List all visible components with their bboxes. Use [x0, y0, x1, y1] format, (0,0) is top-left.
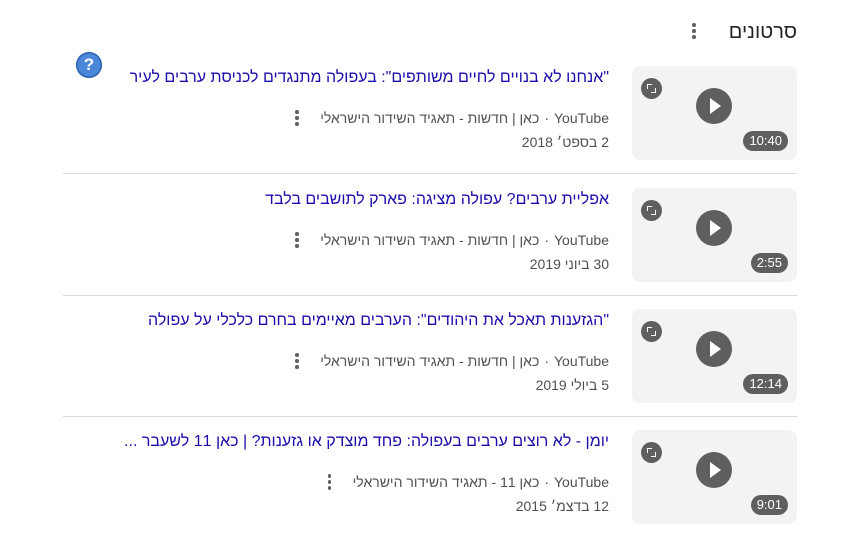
video-title-link[interactable]: "אנחנו לא בנויים לחיים משותפים": בעפולה …: [49, 66, 609, 90]
meta-separator: ·: [544, 110, 549, 126]
more-vert-icon[interactable]: [288, 108, 306, 128]
video-date: 12 בדצמ׳ 2015: [515, 498, 609, 514]
more-vert-icon[interactable]: [689, 23, 699, 41]
play-icon[interactable]: [696, 88, 732, 124]
video-item: 10:40 "אנחנו לא בנויים לחיים משותפים": ב…: [62, 66, 797, 162]
more-vert-icon[interactable]: [321, 472, 339, 492]
video-source: YouTube: [553, 110, 609, 126]
video-item: 12:14 "הגזענות תאכל את היהודים": הערבים …: [62, 309, 797, 405]
video-date: 30 ביוני 2019: [529, 256, 609, 272]
expand-icon[interactable]: [641, 78, 662, 99]
video-channel: כאן 11 - תאגיד השידור הישראלי: [352, 474, 540, 490]
video-item: 9:01 יומן - לא רוצים ערבים בעפולה: פחד מ…: [62, 430, 797, 526]
video-title-link[interactable]: "הגזענות תאכל את היהודים": הערבים מאיימי…: [49, 309, 609, 333]
meta-separator: ·: [544, 232, 549, 248]
video-date: 5 ביולי 2019: [535, 377, 609, 393]
play-icon[interactable]: [696, 331, 732, 367]
video-source: YouTube: [553, 353, 609, 369]
meta-separator: ·: [544, 353, 549, 369]
divider: [63, 173, 797, 174]
video-source: YouTube: [553, 474, 609, 490]
play-icon[interactable]: [696, 210, 732, 246]
divider: [63, 295, 797, 296]
duration-badge: 10:40: [743, 131, 788, 151]
meta-separator: ·: [544, 474, 549, 490]
video-thumbnail[interactable]: 10:40: [632, 66, 797, 160]
videos-section-header: סרטונים: [37, 18, 797, 46]
video-title-link[interactable]: יומן - לא רוצים ערבים בעפולה: פחד מוצדק …: [49, 430, 609, 454]
video-date: 2 בספט׳ 2018: [521, 134, 609, 150]
more-vert-icon[interactable]: [288, 230, 306, 250]
more-vert-icon[interactable]: [288, 351, 306, 371]
expand-icon[interactable]: [641, 200, 662, 221]
divider: [63, 416, 797, 417]
play-icon[interactable]: [696, 452, 732, 488]
video-channel: כאן | חדשות - תאגיד השידור הישראלי: [320, 353, 540, 369]
video-thumbnail[interactable]: 2:55: [632, 188, 797, 282]
video-channel: כאן | חדשות - תאגיד השידור הישראלי: [320, 232, 540, 248]
video-title-link[interactable]: אפליית ערבים? עפולה מציגה: פארק לתושבים …: [49, 188, 609, 212]
video-thumbnail[interactable]: 12:14: [632, 309, 797, 403]
duration-badge: 9:01: [750, 495, 788, 515]
section-title: סרטונים: [728, 21, 797, 43]
duration-badge: 2:55: [750, 253, 788, 273]
expand-icon[interactable]: [641, 321, 662, 342]
duration-badge: 12:14: [743, 374, 788, 394]
video-channel: כאן | חדשות - תאגיד השידור הישראלי: [320, 110, 540, 126]
video-thumbnail[interactable]: 9:01: [632, 430, 797, 524]
video-source: YouTube: [553, 232, 609, 248]
video-item: 2:55 אפליית ערבים? עפולה מציגה: פארק לתו…: [62, 188, 797, 284]
expand-icon[interactable]: [641, 442, 662, 463]
